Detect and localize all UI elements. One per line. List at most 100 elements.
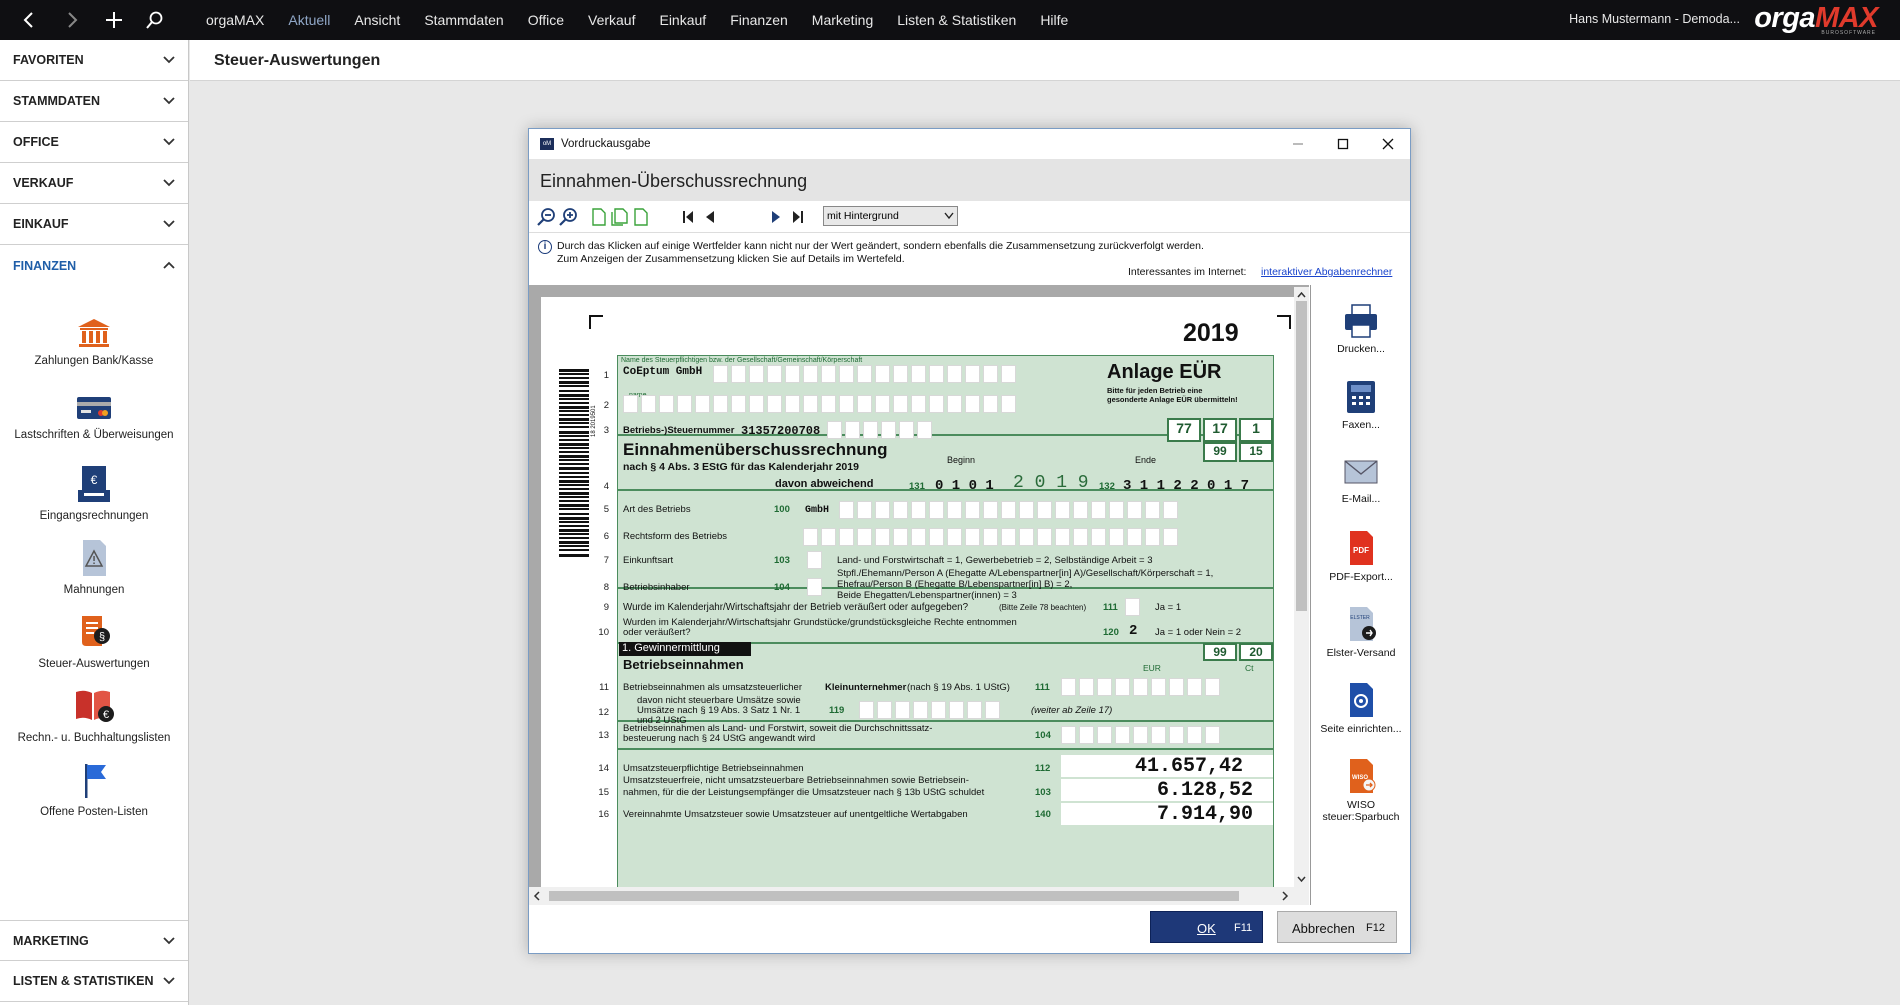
line-14-value[interactable]: 41.657,42 xyxy=(1135,755,1243,778)
name-cell[interactable] xyxy=(965,365,980,383)
art-cell[interactable] xyxy=(893,501,908,519)
page-width-button[interactable] xyxy=(633,207,649,227)
line-12-cell[interactable] xyxy=(895,701,910,719)
search-icon[interactable] xyxy=(138,0,172,40)
line-11-cell[interactable] xyxy=(1187,678,1202,696)
fax-button[interactable]: Faxen... xyxy=(1311,379,1411,431)
name-cell[interactable] xyxy=(695,395,710,413)
sidebar-item-offene-posten[interactable]: Offene Posten-Listen xyxy=(0,760,188,818)
add-plus-icon[interactable] xyxy=(97,0,131,40)
rechtsform-cell[interactable] xyxy=(875,528,890,546)
name-cell[interactable] xyxy=(749,395,764,413)
form-page[interactable]: 2019 18 2019501 Name des Steuerpflichtigen… xyxy=(541,297,1296,899)
name-cell[interactable] xyxy=(767,395,782,413)
name-cell[interactable] xyxy=(839,395,854,413)
back-arrow-icon[interactable] xyxy=(12,0,46,40)
zoom-out-button[interactable] xyxy=(537,207,557,227)
two-pages-button[interactable] xyxy=(611,207,629,227)
name-cell[interactable] xyxy=(983,365,998,383)
name-cell[interactable] xyxy=(893,365,908,383)
name-cell[interactable] xyxy=(713,365,728,383)
name-cell[interactable] xyxy=(785,365,800,383)
last-page-button[interactable] xyxy=(791,207,805,227)
vertical-scroll-thumb[interactable] xyxy=(1296,301,1307,611)
line-13-cell[interactable] xyxy=(1061,726,1076,744)
name-cell[interactable] xyxy=(857,365,872,383)
forward-arrow-icon[interactable] xyxy=(55,0,89,40)
close-button[interactable] xyxy=(1365,129,1410,159)
line-11-cell[interactable] xyxy=(1151,678,1166,696)
prev-page-button[interactable] xyxy=(703,207,717,227)
name-cell[interactable] xyxy=(839,365,854,383)
cancel-button[interactable]: Abbrechen F12 xyxy=(1277,911,1397,943)
page-setup-button[interactable]: Seite einrichten... xyxy=(1311,681,1411,735)
line-12-cell[interactable] xyxy=(859,701,874,719)
sidebar-item-zahlungen[interactable]: Zahlungen Bank/Kasse xyxy=(0,317,188,367)
rechtsform-cell[interactable] xyxy=(911,528,926,546)
line-12-cell[interactable] xyxy=(931,701,946,719)
rechtsform-cell[interactable] xyxy=(929,528,944,546)
line-11-cell[interactable] xyxy=(1205,678,1220,696)
sidebar-section-favoriten[interactable]: FAVORITEN xyxy=(0,40,188,81)
beginn-year[interactable]: 2 0 1 9 xyxy=(1013,473,1089,493)
steuernummer-cell[interactable] xyxy=(881,421,896,439)
art-cell[interactable] xyxy=(1091,501,1106,519)
art-value[interactable]: GmbH xyxy=(805,505,829,516)
art-cell[interactable] xyxy=(1145,501,1160,519)
line-13-cell[interactable] xyxy=(1115,726,1130,744)
rechtsform-cell[interactable] xyxy=(1091,528,1106,546)
name-cell[interactable] xyxy=(623,395,638,413)
name-cell[interactable] xyxy=(749,365,764,383)
steuernummer-cell[interactable] xyxy=(917,421,932,439)
name-cell[interactable] xyxy=(929,365,944,383)
ende-value[interactable]: 3 1 1 2 2 0 1 7 xyxy=(1123,478,1249,494)
menu-aktuell[interactable]: Aktuell xyxy=(288,12,330,28)
name-cell[interactable] xyxy=(1001,395,1016,413)
question-9-cell[interactable] xyxy=(1125,598,1140,616)
art-cell[interactable] xyxy=(929,501,944,519)
rechtsform-cell[interactable] xyxy=(965,528,980,546)
rechtsform-cell[interactable] xyxy=(803,528,818,546)
steuernummer-cell[interactable] xyxy=(827,421,842,439)
menu-finanzen[interactable]: Finanzen xyxy=(730,12,788,28)
user-name[interactable]: Hans Mustermann - Demoda... xyxy=(1569,12,1740,26)
dialog-titlebar[interactable]: oM Vordruckausgabe xyxy=(529,129,1410,159)
art-cell[interactable] xyxy=(947,501,962,519)
line-13-cell[interactable] xyxy=(1133,726,1148,744)
next-page-button[interactable] xyxy=(769,207,783,227)
name-cell[interactable] xyxy=(965,395,980,413)
rechtsform-cell[interactable] xyxy=(1019,528,1034,546)
abgabenrechner-link[interactable]: interaktiver Abgabenrechner xyxy=(1261,266,1392,278)
sidebar-section-verkauf[interactable]: VERKAUF xyxy=(0,163,188,204)
name-cell[interactable] xyxy=(785,395,800,413)
line-11-cell[interactable] xyxy=(1133,678,1148,696)
art-cell[interactable] xyxy=(1037,501,1052,519)
name-cell[interactable] xyxy=(983,395,998,413)
menu-orgamax[interactable]: orgaMAX xyxy=(206,12,264,28)
name-cell[interactable] xyxy=(659,395,674,413)
line-11-cell[interactable] xyxy=(1061,678,1076,696)
steuernummer-cell[interactable] xyxy=(899,421,914,439)
rechtsform-cell[interactable] xyxy=(1037,528,1052,546)
art-cell[interactable] xyxy=(1163,501,1178,519)
steuernummer-cell[interactable] xyxy=(845,421,860,439)
sidebar-item-buchhaltungslisten[interactable]: € Rechn.- u. Buchhaltungslisten xyxy=(0,686,188,744)
line-13-cell[interactable] xyxy=(1205,726,1220,744)
steuernummer-value[interactable]: 31357200708 xyxy=(741,424,820,438)
document-preview-area[interactable]: 2019 18 2019501 Name des Steuerpflichtigen… xyxy=(529,285,1309,905)
name-cell[interactable] xyxy=(713,395,728,413)
question-10-value[interactable]: 2 xyxy=(1129,623,1137,639)
art-cell[interactable] xyxy=(839,501,854,519)
name-cell[interactable] xyxy=(731,395,746,413)
rechtsform-cell[interactable] xyxy=(1145,528,1160,546)
name-cell[interactable] xyxy=(875,395,890,413)
art-cell[interactable] xyxy=(1073,501,1088,519)
sidebar-item-lastschriften[interactable]: Lastschriften & Überweisungen xyxy=(0,393,188,441)
rechtsform-cell[interactable] xyxy=(947,528,962,546)
sidebar-item-steuer-auswertungen[interactable]: § Steuer-Auswertungen xyxy=(0,612,188,670)
name-cell[interactable] xyxy=(857,395,872,413)
name-cell[interactable] xyxy=(677,395,692,413)
sidebar-section-einkauf[interactable]: EINKAUF xyxy=(0,204,188,245)
rechtsform-cell[interactable] xyxy=(1001,528,1016,546)
line-12-cell[interactable] xyxy=(913,701,928,719)
